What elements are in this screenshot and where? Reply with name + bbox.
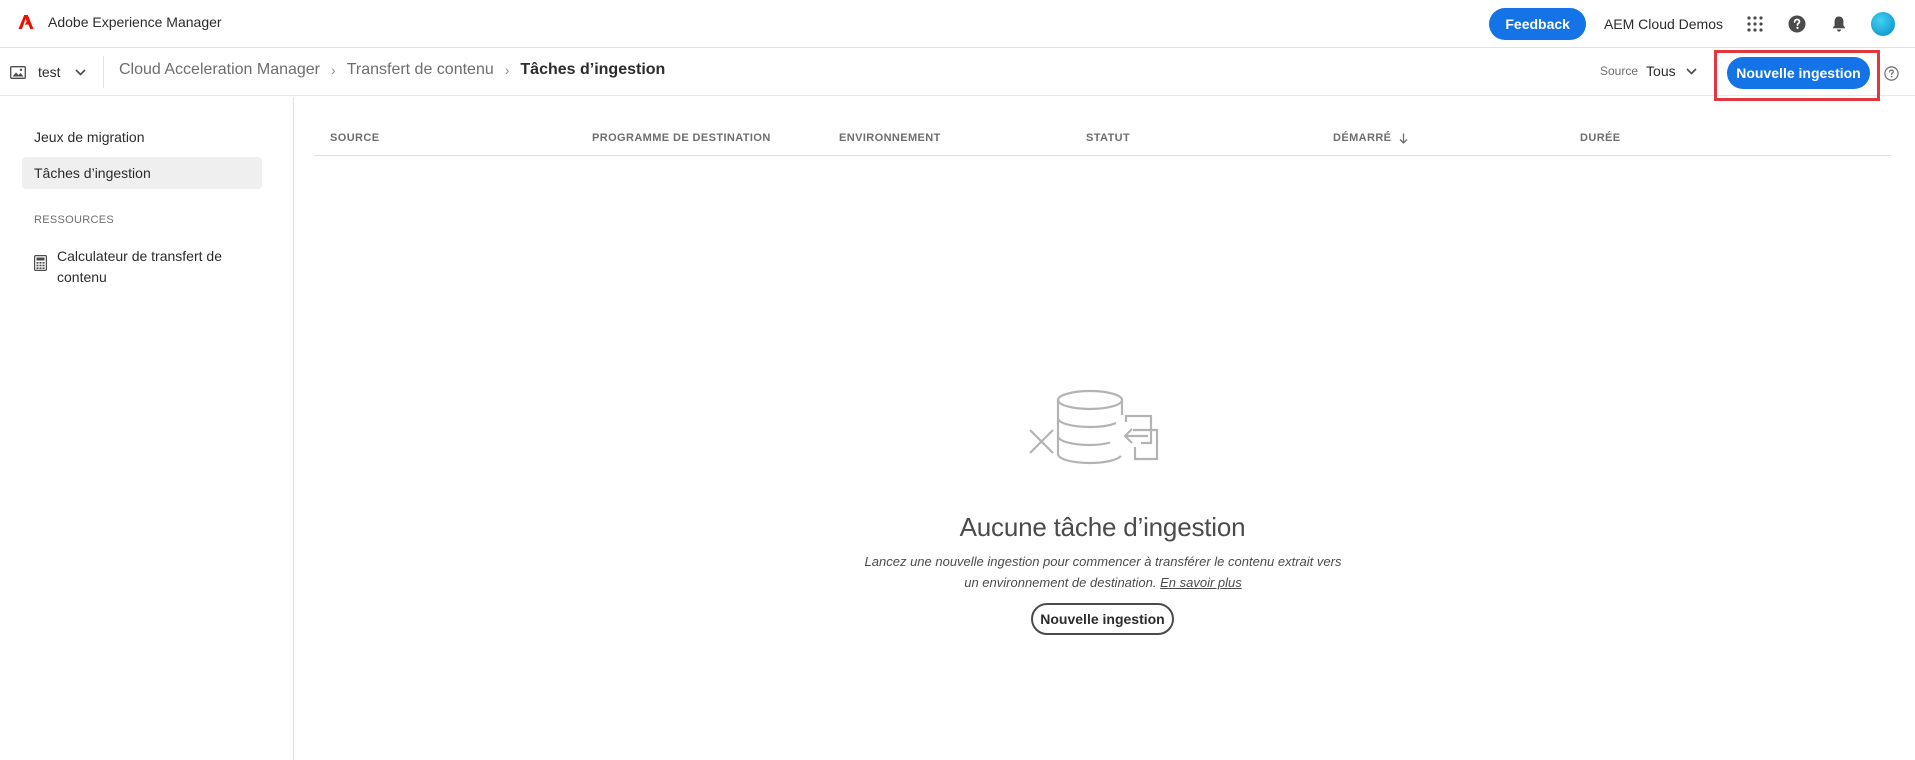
sidebar-item-label: Jeux de migration: [34, 129, 145, 145]
calculator-icon: [34, 255, 47, 271]
sort-descending-icon: [1399, 133, 1408, 144]
divider: [103, 56, 104, 88]
learn-more-link[interactable]: En savoir plus: [1160, 575, 1242, 590]
sidebar-item-label: Tâches d’ingestion: [34, 165, 151, 181]
project-name: test: [38, 64, 61, 80]
info-help-icon[interactable]: [1884, 66, 1899, 81]
breadcrumb-item[interactable]: Cloud Acceleration Manager: [119, 61, 320, 79]
brand[interactable]: Adobe Experience Manager: [18, 14, 222, 30]
bell-icon[interactable]: [1829, 14, 1849, 34]
empty-state-text: Lancez une nouvelle ingestion pour comme…: [864, 554, 1342, 590]
sidebar-item-migration-sets[interactable]: Jeux de migration: [22, 121, 262, 153]
project-picker[interactable]: test: [10, 60, 86, 84]
empty-state-description: Lancez une nouvelle ingestion pour comme…: [858, 551, 1348, 593]
empty-database-illustration-icon: [1029, 389, 1159, 465]
source-filter-value: Tous: [1646, 63, 1676, 79]
sidebar-item-ingestion-jobs[interactable]: Tâches d’ingestion: [22, 157, 262, 189]
new-ingestion-button[interactable]: Nouvelle ingestion: [1727, 57, 1870, 89]
sidebar-item-calculator[interactable]: Calculateur de transfert de contenu: [34, 246, 227, 288]
chevron-down-icon: [1686, 67, 1697, 75]
column-header-label: DÉMARRÉ: [1333, 132, 1392, 144]
sidebar: Jeux de migration Tâches d’ingestion RES…: [0, 97, 294, 760]
column-header-source[interactable]: SOURCE: [330, 132, 379, 144]
column-header-started[interactable]: DÉMARRÉ: [1333, 132, 1408, 144]
apps-grid-icon[interactable]: [1745, 14, 1765, 34]
breadcrumb-separator-icon: ›: [504, 62, 510, 78]
column-header-destination-program[interactable]: PROGRAMME DE DESTINATION: [592, 132, 771, 144]
breadcrumb-item[interactable]: Transfert de contenu: [347, 61, 494, 79]
app-name: Adobe Experience Manager: [48, 14, 222, 30]
breadcrumb: Cloud Acceleration Manager › Transfert d…: [119, 61, 665, 79]
column-header-environment[interactable]: ENVIRONNEMENT: [839, 132, 941, 144]
sidebar-section-heading: RESSOURCES: [34, 214, 115, 226]
adobe-logo-icon: [18, 15, 34, 29]
table-header: SOURCE PROGRAMME DE DESTINATION ENVIRONN…: [314, 124, 1891, 156]
breadcrumb-separator-icon: ›: [331, 62, 336, 78]
empty-state-title: Aucune tâche d’ingestion: [959, 512, 1246, 542]
header-actions: Feedback AEM Cloud Demos: [1489, 8, 1895, 40]
column-header-status[interactable]: STATUT: [1086, 132, 1130, 144]
context-bar: test Cloud Acceleration Manager › Transf…: [0, 48, 1915, 96]
avatar[interactable]: [1871, 12, 1895, 36]
breadcrumb-current: Tâches d’ingestion: [520, 61, 666, 78]
column-header-duration[interactable]: DURÉE: [1580, 132, 1621, 144]
source-filter-label: Source: [1600, 64, 1639, 78]
sidebar-item-label: Calculateur de transfert de contenu: [57, 248, 222, 285]
source-filter[interactable]: Source Tous: [1600, 63, 1697, 79]
org-switcher[interactable]: AEM Cloud Demos: [1604, 16, 1723, 32]
top-header: Adobe Experience Manager Feedback AEM Cl…: [0, 0, 1915, 48]
chevron-down-icon: [75, 68, 86, 76]
empty-state-new-ingestion-button[interactable]: Nouvelle ingestion: [1031, 603, 1174, 635]
help-icon[interactable]: [1787, 14, 1807, 34]
image-icon: [10, 65, 26, 79]
feedback-button[interactable]: Feedback: [1489, 8, 1586, 40]
